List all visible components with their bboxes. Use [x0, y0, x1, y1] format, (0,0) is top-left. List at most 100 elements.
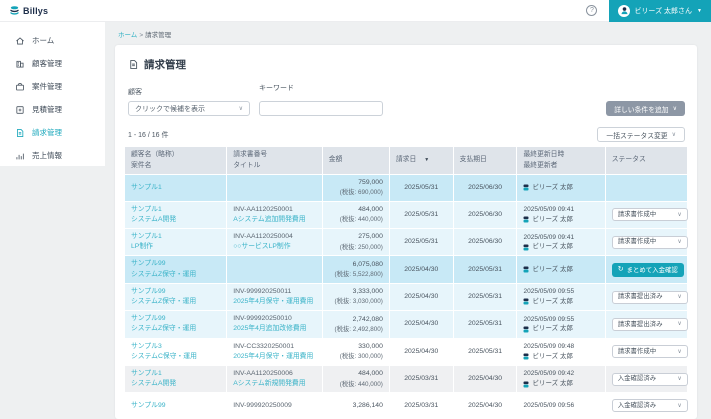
billing-date-cell: 2025/05/31 [389, 229, 453, 256]
invoice-title-link[interactable]: Aシステム追加開発費用 [233, 215, 316, 225]
billing-date-cell: 2025/04/30 [389, 311, 453, 338]
project-link[interactable]: システムC保守・運用 [131, 352, 220, 362]
amount-tax-excluded: (税抜: 5,522,800) [334, 271, 383, 278]
sidebar-item-customers[interactable]: 顧客管理 [0, 52, 105, 75]
invoice-title-link[interactable]: Aシステム新規開発費用 [233, 379, 316, 389]
bulk-status-change-button[interactable]: 一括ステータス変更 ∨ [597, 127, 685, 142]
invoice-cell: INV-999920250011 2025年4月保守・運用費用 [227, 283, 322, 311]
billing-date-cell: 2025/04/30 [389, 256, 453, 283]
avatar [618, 4, 631, 17]
billing-date-cell: 2025/04/30 [389, 283, 453, 311]
status-dropdown[interactable]: 請求書作成中 ∨ [611, 208, 688, 222]
breadcrumb-home-link[interactable]: ホーム [118, 32, 137, 39]
due-date-cell: 2025/05/31 [453, 338, 517, 365]
invoice-number: INV-CC3320250001 [233, 342, 295, 350]
project-link[interactable]: システムA開発 [131, 215, 220, 225]
keyword-input[interactable] [259, 101, 383, 116]
breadcrumb-current: 請求管理 [145, 32, 172, 39]
due-date-cell: 2025/06/30 [453, 229, 517, 256]
header-amount: 金額 [322, 147, 389, 175]
invoice-number: INV-999920250010 [233, 315, 292, 323]
project-link[interactable]: システムZ保守・運用 [131, 270, 220, 280]
customer-link[interactable]: サンプル3 [131, 342, 220, 352]
invoice-cell [227, 175, 322, 201]
amount-tax-excluded: (税抜: 690,000) [339, 189, 383, 197]
customer-link[interactable]: サンプル99 [131, 259, 220, 269]
status-dropdown[interactable]: 入金確認済み ∨ [611, 399, 688, 413]
due-date-cell: 2025/05/31 [453, 311, 517, 338]
avatar-mini-icon [523, 216, 529, 223]
sidebar-item-sales[interactable]: 売上情報 [0, 144, 105, 167]
customer-link[interactable]: サンプル99 [131, 314, 220, 324]
customer-cell: サンプル1 システムA開発 [125, 201, 227, 229]
sidebar-item-invoices[interactable]: 請求管理 [0, 121, 105, 144]
updated-cell: 2025/05/09 09:56 [517, 393, 605, 419]
customer-cell: サンプル3 システムC保守・運用 [125, 338, 227, 365]
sidebar-item-projects[interactable]: 案件管理 [0, 75, 105, 98]
header-status: ステータス [605, 147, 687, 175]
customer-link[interactable]: サンプル99 [131, 287, 220, 297]
status-cell: 請求書作成中 ∨ ↻ [605, 201, 688, 229]
home-icon [15, 36, 25, 46]
header-due-date: 支払期日 [453, 147, 517, 175]
billing-date-cell: 2025/04/30 [389, 338, 453, 365]
status-dropdown[interactable]: 請求書提出済み ∨ [611, 317, 688, 331]
updated-cell: 2025/05/09 09:48 ビリーズ 太郎 [517, 338, 605, 365]
customer-link[interactable]: サンプル99 [131, 401, 220, 411]
updated-at: 2025/05/09 09:55 [523, 315, 575, 323]
invoice-title-link[interactable]: ○○サービスLP制作 [233, 242, 316, 252]
status-dropdown[interactable]: 入金確認済み ∨ [611, 372, 688, 386]
due-date-cell: 2025/05/31 [453, 283, 517, 311]
help-icon[interactable]: ? [586, 5, 598, 16]
breadcrumb: ホーム > 請求管理 [118, 29, 697, 39]
updated-by: ビリーズ 太郎 [523, 265, 598, 275]
updated-at: 2025/05/09 09:55 [523, 288, 575, 296]
logo-text: Billys [23, 5, 49, 16]
sales-icon [15, 151, 25, 161]
invoice-cell [227, 256, 322, 283]
project-link[interactable]: システムZ保守・運用 [131, 297, 220, 307]
customer-link[interactable]: サンプル1 [131, 369, 220, 379]
updated-cell: ビリーズ 太郎 [517, 175, 605, 201]
project-link[interactable]: システムA開発 [131, 379, 220, 389]
invoice-title-link[interactable]: 2025年4月保守・運用費用 [233, 297, 316, 307]
customer-link[interactable]: サンプル1 [131, 183, 220, 193]
project-link[interactable]: LP制作 [131, 242, 220, 252]
customer-select[interactable]: クリックで候補を表示 ∨ [128, 101, 250, 116]
sidebar-item-home[interactable]: ホーム [0, 29, 105, 52]
status-dropdown[interactable]: 請求書作成中 ∨ [611, 345, 688, 359]
customer-link[interactable]: サンプル1 [131, 205, 220, 215]
status-cell: 請求書作成中 ∨ ↻ [605, 229, 688, 256]
amount-value: 3,333,000 [352, 288, 383, 296]
invoice-document-icon [128, 59, 139, 70]
header-updated: 最終更新日時 最終更新者 [517, 147, 605, 175]
customer-select-value: クリックで候補を表示 [135, 105, 205, 113]
keyword-filter-label: キーワード [259, 85, 294, 92]
avatar-mini-icon [523, 266, 529, 273]
sidebar-menu: ホーム 顧客管理 案件管理 見積管理 請求管理 売上情報 [0, 22, 105, 166]
header-billing-date[interactable]: 請求日 ▼ [389, 147, 453, 175]
add-condition-button[interactable]: 詳しい条件を追加 ∨ [606, 101, 685, 116]
status-cell: 請求書提出済み ∨ ↻ [605, 311, 688, 338]
app-logo: Billys [0, 5, 48, 16]
invoice-number: INV-999920250011 [233, 287, 292, 295]
result-count: 1 - 16 / 16 件 [128, 131, 169, 139]
status-dropdown[interactable]: 請求書作成中 ∨ [611, 235, 688, 249]
customers-icon [15, 59, 25, 69]
status-dropdown[interactable]: 請求書提出済み ∨ [611, 290, 688, 304]
updated-cell: ビリーズ 太郎 [517, 256, 605, 283]
bulk-payment-confirm-button[interactable]: ↻ まとめて入金確認 [611, 262, 684, 277]
invoice-title-link[interactable]: 2025年4月追加改修費用 [233, 324, 316, 334]
chevron-down-icon: ▼ [697, 7, 702, 14]
sidebar-item-estimates[interactable]: 見積管理 [0, 98, 105, 121]
invoice-title-link[interactable]: 2025年4月保守・運用費用 [233, 352, 316, 362]
user-menu-button[interactable]: ビリーズ 太郎さん ▼ [609, 0, 711, 22]
topbar: Billys ? ビリーズ 太郎さん ▼ [0, 0, 711, 22]
updated-cell: 2025/05/09 09:42 ビリーズ 太郎 [517, 365, 605, 393]
project-link[interactable]: システムZ保守・運用 [131, 324, 220, 334]
customer-link[interactable]: サンプル1 [131, 232, 220, 242]
customer-filter-label: 顧客 [128, 89, 142, 96]
status-cell: 入金確認済み ∨ ↻ [605, 393, 688, 419]
updated-cell: 2025/05/09 09:55 ビリーズ 太郎 [517, 311, 605, 338]
updated-at: 2025/05/09 09:42 [523, 370, 575, 378]
